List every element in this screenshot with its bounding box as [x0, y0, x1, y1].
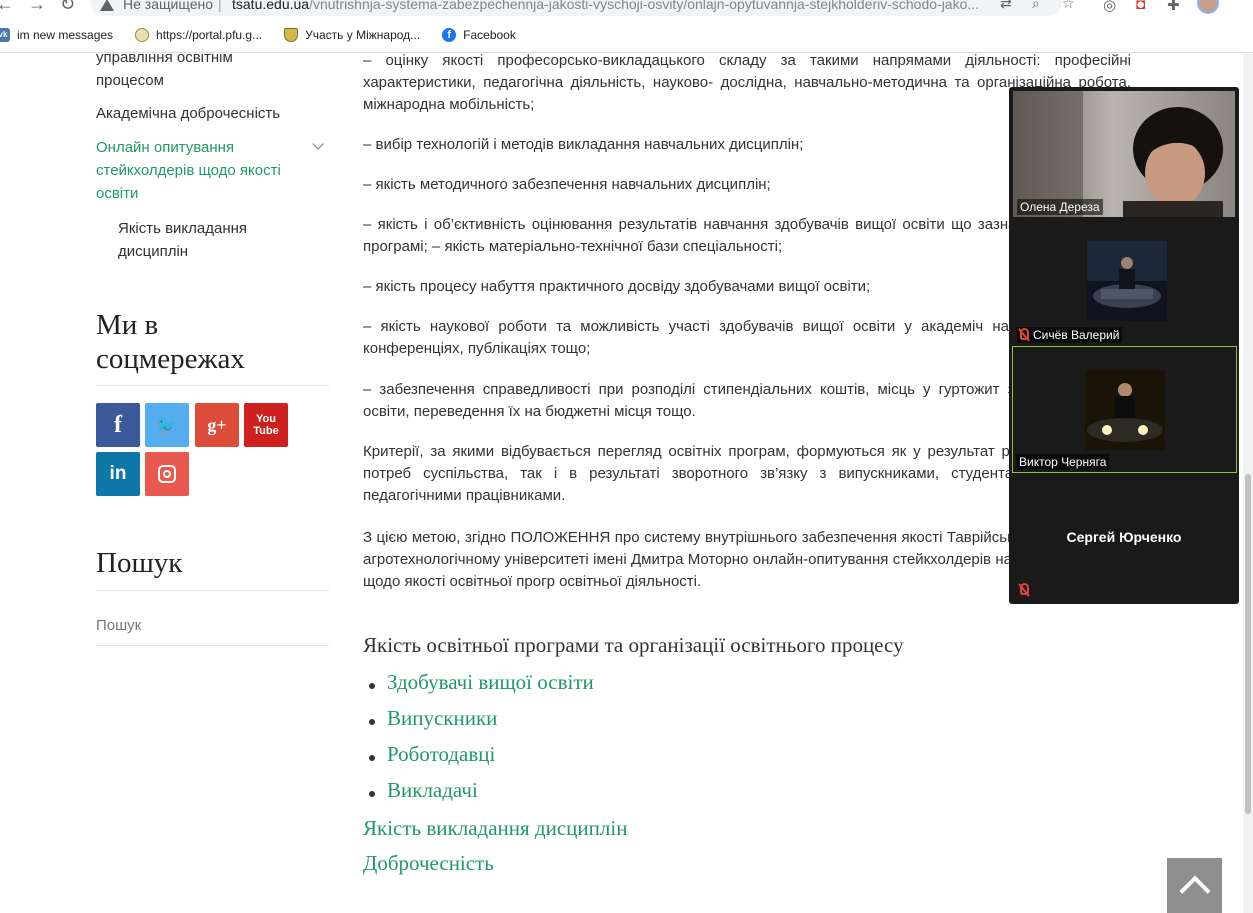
bookmark-label: https://portal.pfu.g...	[156, 28, 263, 42]
link-students[interactable]: Здобувачі вищої освіти	[369, 670, 594, 694]
muted-mic-icon	[1020, 328, 1029, 340]
sidebar-subitem-teaching-quality[interactable]: Якість викладання дисциплін	[118, 217, 247, 263]
social-title-line: соцмережах	[96, 343, 245, 375]
sidebar-item-process-management[interactable]: управління освітнім процесом	[96, 54, 233, 92]
link-graduates[interactable]: Випускники	[369, 706, 498, 730]
bookmark-label: Facebook	[463, 28, 516, 42]
url-path: /vnutrishnja-systema-zabezpechennja-jako…	[309, 0, 980, 12]
bookmark-label: im new messages	[17, 28, 114, 42]
security-label[interactable]: Не защищено	[123, 0, 213, 12]
search-underline	[96, 645, 329, 646]
sidebar-item-label: Онлайн опитування	[96, 139, 235, 156]
sidebar-item-label: управління освітнім	[96, 54, 233, 66]
participant-tile-active[interactable]: Виктор Черняга	[1012, 346, 1237, 473]
google-plus-icon[interactable]: g+	[195, 403, 239, 447]
vk-icon: vk	[0, 28, 10, 42]
social-title-line: Ми в	[96, 309, 159, 341]
url-domain: tsatu.edu.ua	[232, 0, 310, 12]
chevron-down-icon[interactable]	[312, 138, 324, 150]
participant-name: Олена Дереза	[1017, 199, 1103, 215]
participant-tile[interactable]: Сичёв Валерий	[1013, 221, 1235, 345]
puzzle-icon[interactable]: ✚	[1167, 0, 1180, 14]
sidebar-item-label: освіти	[96, 185, 139, 202]
warning-icon	[100, 0, 114, 11]
section-heading: Якість освітньої програми та організації…	[363, 633, 904, 657]
participant-tile[interactable]: Сергей Юрченко	[1013, 476, 1235, 600]
sidebar-item-integrity[interactable]: Академічна доброчесність	[96, 102, 280, 125]
link-label: Викладачі	[387, 778, 478, 802]
back-icon[interactable]: ←	[0, 0, 14, 15]
scrollbar-thumb[interactable]	[1245, 474, 1251, 814]
pfu-icon	[135, 28, 150, 42]
translate-icon[interactable]: ⇄	[1000, 0, 1012, 12]
link-employers[interactable]: Роботодавці	[369, 742, 496, 766]
bookmark-vk[interactable]: vk im new messages	[0, 28, 113, 42]
bullet-icon	[369, 683, 375, 689]
participant-tile[interactable]: Олена Дереза	[1013, 91, 1235, 217]
linkedin-icon[interactable]: in	[96, 452, 140, 496]
facebook-icon: f	[442, 28, 457, 42]
browser-chrome: ← → ↻ Не защищено | tsatu.edu.ua/vnutris…	[0, 0, 1253, 53]
participant-avatar	[1087, 241, 1167, 321]
address-row: ← → ↻ Не защищено | tsatu.edu.ua/vnutris…	[0, 0, 1253, 17]
twitter-icon[interactable]: 🐦	[145, 403, 189, 447]
url-text[interactable]: tsatu.edu.ua/vnutrishnja-systema-zabezpe…	[232, 0, 992, 12]
link-teachers[interactable]: Викладачі	[369, 778, 478, 802]
link-integrity[interactable]: Доброчесність	[363, 852, 494, 874]
link-label: Здобувачі вищої освіти	[387, 670, 594, 694]
participant-status	[1017, 582, 1036, 598]
sidebar-item-survey[interactable]: Онлайн опитування стейкхолдерів щодо яко…	[96, 136, 281, 205]
bullet-icon	[369, 719, 375, 725]
search-input[interactable]: Пошук	[96, 617, 141, 634]
instagram-icon[interactable]	[145, 452, 189, 496]
bookmark-international[interactable]: Участь у Міжнарод...	[284, 28, 420, 42]
scroll-to-top-button[interactable]	[1167, 858, 1222, 913]
link-label: Роботодавці	[387, 742, 496, 766]
sidebar-item-label: Якість викладання	[118, 220, 248, 237]
extension-icon[interactable]: ◎	[1103, 0, 1116, 14]
bullet-icon	[369, 791, 375, 797]
address-bar[interactable]: Не защищено | tsatu.edu.ua/vnutrishnja-s…	[90, 0, 1075, 16]
sidebar-item-label: стейкхолдерів щодо якості	[96, 162, 281, 179]
search-widget-title: Пошук	[96, 547, 183, 579]
sidebar-item-label: дисциплін	[118, 243, 189, 260]
divider	[96, 385, 329, 386]
adblock-icon[interactable]: ◘	[1136, 0, 1145, 13]
facebook-icon[interactable]: f	[96, 403, 140, 447]
star-icon[interactable]: ☆	[1062, 0, 1075, 12]
participant-name-text: Сичёв Валерий	[1033, 328, 1120, 342]
forward-icon[interactable]: →	[28, 0, 46, 15]
participant-avatar	[1085, 370, 1165, 450]
youtube-icon[interactable]: You Tube	[244, 403, 288, 447]
bookmarks-bar: vk im new messages https://portal.pfu.g.…	[0, 22, 1253, 48]
muted-mic-icon	[1020, 583, 1029, 595]
reload-icon[interactable]: ↻	[60, 0, 75, 15]
link-teaching-quality[interactable]: Якість викладання дисциплін	[363, 817, 627, 839]
bullet-icon	[369, 755, 375, 761]
participant-name: Виктор Черняга	[1016, 454, 1110, 470]
emblem-icon	[284, 28, 299, 42]
zoom-icon[interactable]: ⌕	[1032, 0, 1040, 12]
url-separator: |	[218, 0, 222, 12]
page-scrollbar[interactable]	[1243, 54, 1253, 913]
bookmark-label: Участь у Міжнарод...	[305, 28, 421, 42]
bookmark-facebook[interactable]: f Facebook	[442, 28, 516, 42]
link-label: Випускники	[387, 706, 498, 730]
divider	[96, 590, 329, 591]
bookmark-pfu[interactable]: https://portal.pfu.g...	[135, 28, 262, 42]
video-call-panel[interactable]: Олена Дереза Сичёв Валерий Виктор Черняг…	[1009, 87, 1239, 604]
profile-avatar[interactable]	[1197, 0, 1219, 14]
sidebar-item-label: процесом	[96, 72, 164, 89]
social-widget-title: Ми в соцмережах	[96, 308, 245, 376]
participant-name: Сергей Юрченко	[1066, 529, 1182, 545]
participant-name: Сичёв Валерий	[1017, 327, 1123, 343]
